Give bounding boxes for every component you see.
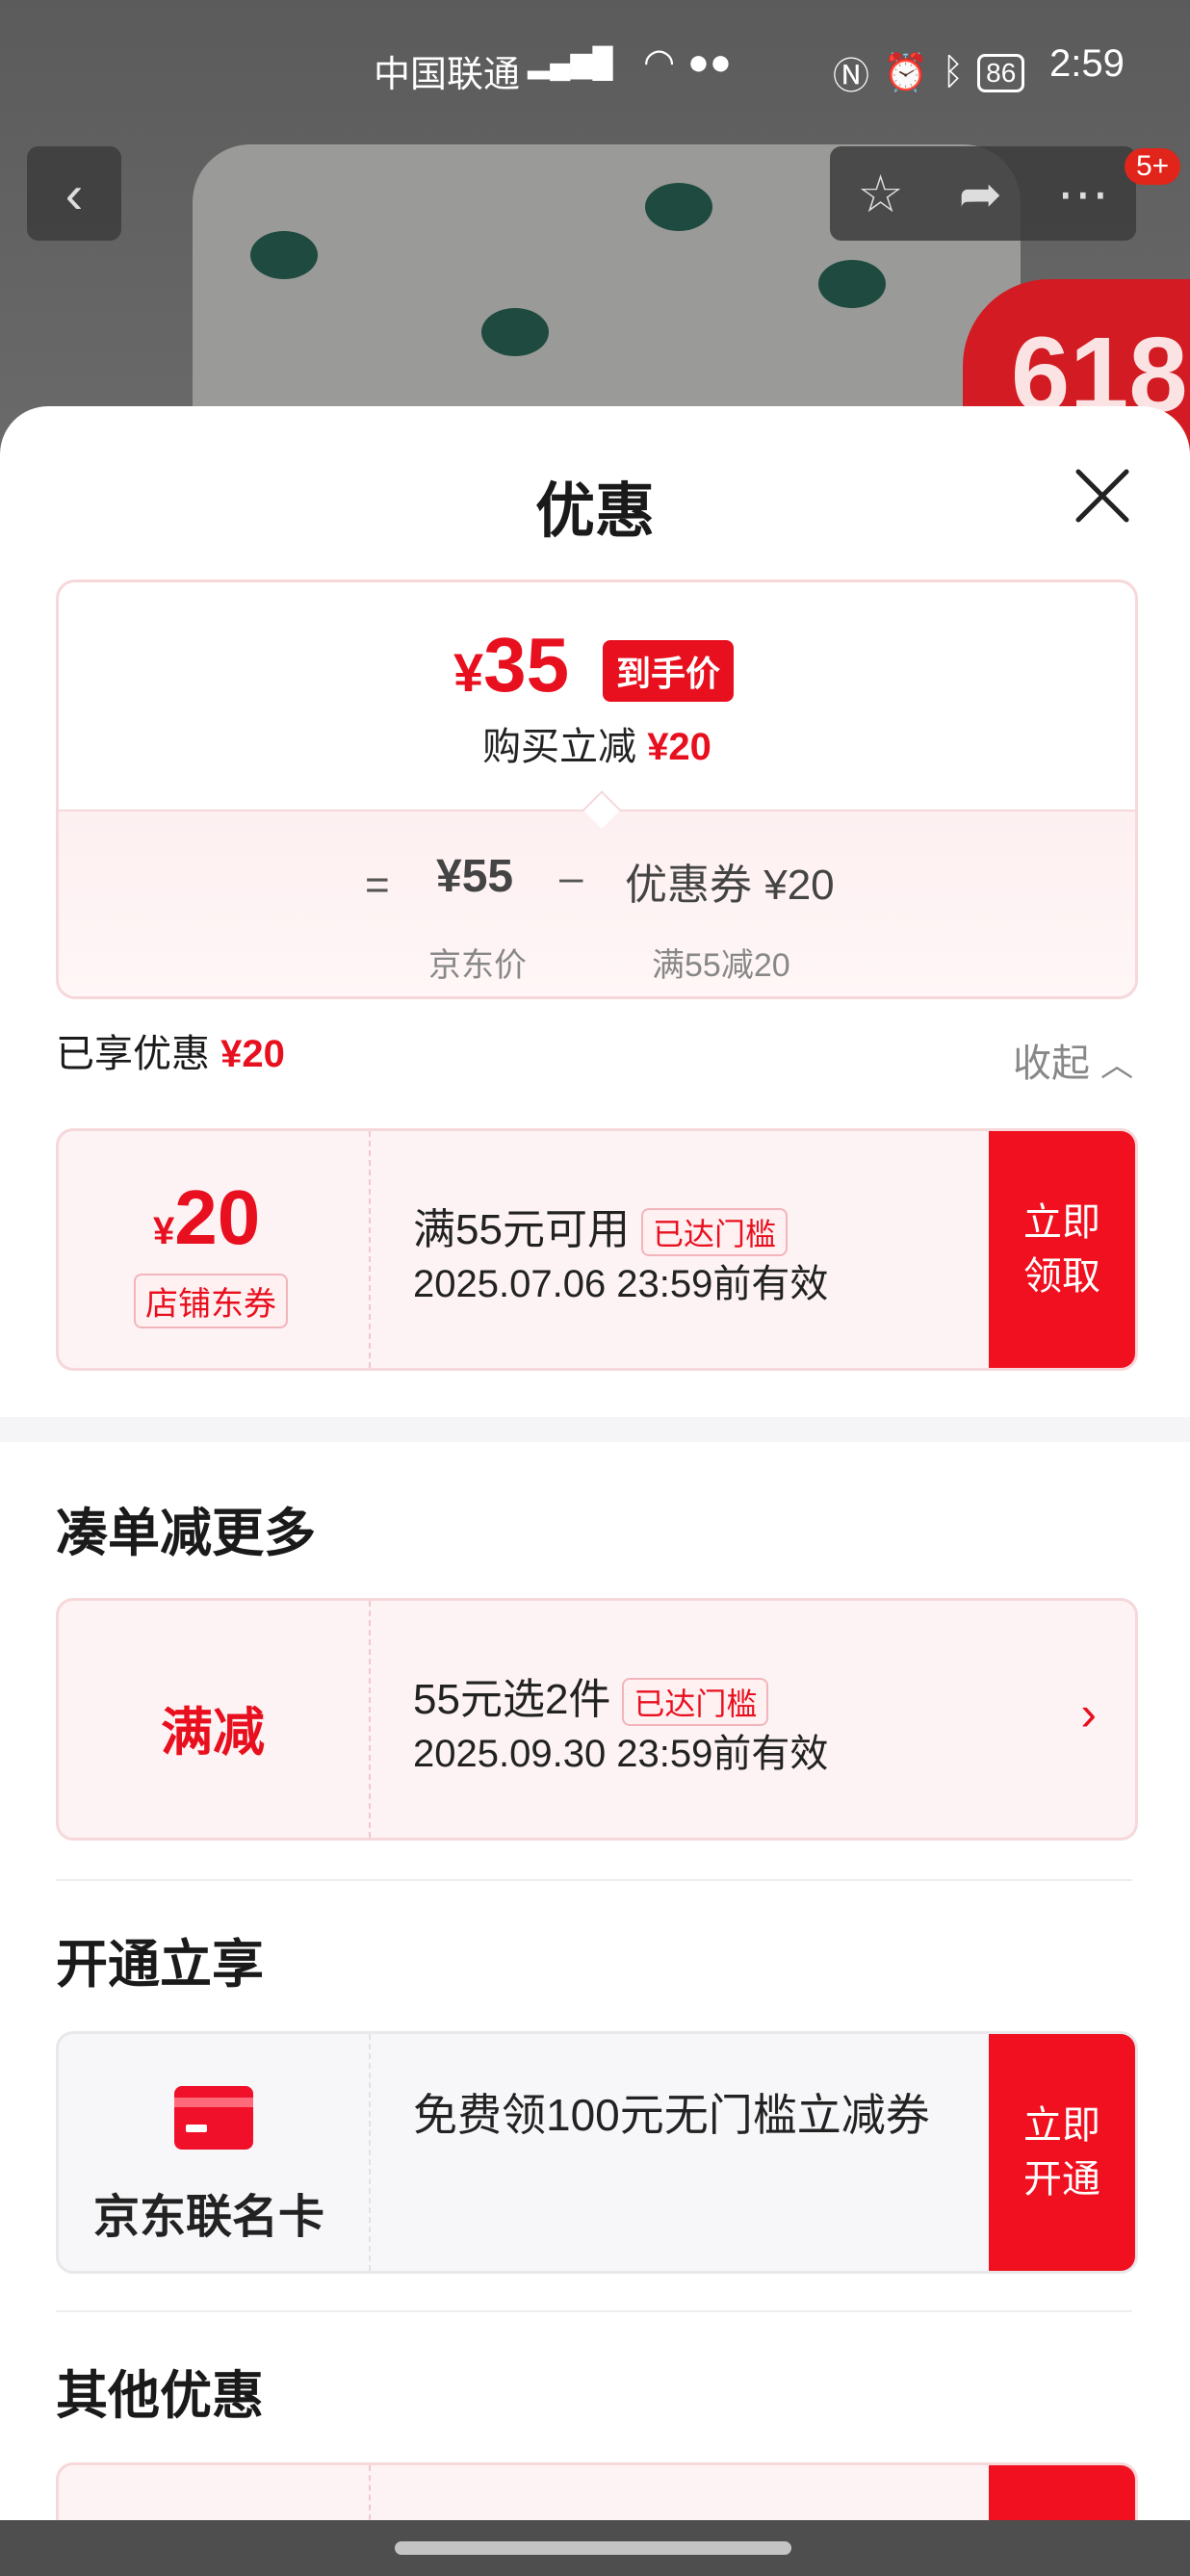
other-offer-card — [56, 2462, 1138, 2522]
bundle-condition-line: 55元选2件 已达门槛 — [413, 1664, 769, 1727]
coupon-currency: ¥ — [153, 1210, 175, 1252]
final-price: ¥35 — [453, 621, 569, 709]
clock: 2:59 — [1049, 42, 1125, 85]
open-card-label: 立即开通 — [1023, 2104, 1100, 2201]
card-offer-description: 免费领100元无门槛立减券 — [413, 2090, 930, 2140]
jd-price-label: 京东价 — [428, 947, 527, 984]
coupon-validity: 2025.07.06 23:59前有效 — [413, 1263, 829, 1305]
card-name: 京东联名卡 — [93, 2192, 325, 2243]
minus-sign: – — [559, 854, 583, 901]
open-card-button[interactable]: 立即开通 — [989, 2034, 1135, 2271]
coupon-amount-area: ¥20 店铺东券 — [59, 1131, 371, 1368]
coupon-condition-line: 满55元可用 已达门槛 — [413, 1195, 788, 1257]
promo-type-label: 满减 — [161, 1704, 265, 1762]
shirt-pattern-dot — [250, 231, 318, 279]
top-actions: ☆ ➦ ⋯ — [830, 146, 1136, 241]
bluetooth-icon: ᛒ — [942, 52, 965, 92]
open-section-title: 开通立享 — [56, 1936, 264, 1994]
bundle-promo-card[interactable]: 满减 55元选2件 已达门槛 2025.09.30 23:59前有效 › — [56, 1598, 1138, 1841]
sheet-title: 优惠 — [534, 478, 655, 545]
wifi-icon: ◠ — [643, 42, 676, 83]
status-bar: 中国联通 ▂▄▆█ ◠ ●● Ⓝ ⏰ ᛒ 86 2:59 — [0, 0, 1190, 135]
other-offer-left — [59, 2465, 371, 2522]
chevron-up-icon: ︿ — [1100, 1047, 1134, 1084]
coupon-value: 20 — [174, 1174, 261, 1260]
chevron-right-icon: › — [1080, 1687, 1097, 1740]
enjoyed-value: ¥20 — [220, 1033, 285, 1075]
divider — [56, 1879, 1132, 1881]
nfc-icon: Ⓝ — [833, 57, 870, 97]
enjoyed-label: 已享优惠 — [56, 1033, 210, 1075]
shirt-pattern-dot — [818, 260, 886, 308]
final-price-value: 35 — [483, 622, 570, 708]
notification-badge: 5+ — [1125, 148, 1181, 185]
final-price-currency: ¥ — [453, 642, 484, 703]
other-section-title: 其他优惠 — [56, 2367, 264, 2425]
carrier-label: 中国联通 — [374, 55, 521, 95]
reached-threshold-badge: 已达门槛 — [622, 1678, 769, 1727]
home-indicator-bar — [0, 2520, 1190, 2576]
bundle-section-title: 凑单减更多 — [56, 1505, 316, 1562]
price-breakdown — [59, 810, 1135, 996]
wechat-icon: ●● — [687, 42, 732, 83]
shirt-pattern-dot — [481, 308, 549, 356]
battery-icon: 86 — [977, 53, 1025, 92]
collapse-label: 收起 — [1013, 1043, 1090, 1085]
credit-card-icon — [174, 2086, 253, 2150]
home-indicator[interactable] — [395, 2541, 791, 2555]
coupon-amount: ¥20 — [153, 1173, 260, 1262]
price-summary-card: ¥35 到手价 购买立减 ¥20 = ¥55 京东价 – 优惠券 ¥20 满55… — [56, 580, 1138, 999]
coupon-deduction-label: 满55减20 — [652, 947, 790, 984]
discount-sheet: 优惠 ¥35 到手价 购买立减 ¥20 = ¥55 京东价 – 优惠券 ¥20 … — [0, 406, 1190, 2522]
promo-type-area: 满减 — [59, 1601, 371, 1838]
final-price-tag: 到手价 — [603, 640, 735, 702]
close-icon[interactable] — [1069, 462, 1136, 529]
section-divider — [0, 1417, 1190, 1442]
reached-threshold-badge: 已达门槛 — [640, 1208, 788, 1257]
signal-icon: ▂▄▆█ — [528, 47, 613, 79]
instant-reduce-value: ¥20 — [647, 726, 711, 768]
alarm-icon: ⏰ — [883, 52, 929, 93]
jd-price-value: ¥55 — [436, 851, 514, 902]
instant-reduce-line: 购买立减 ¥20 — [59, 715, 1135, 771]
share-icon[interactable]: ➦ — [959, 164, 1002, 224]
instant-reduce-label: 购买立减 — [482, 726, 637, 768]
equals-sign: = — [365, 862, 390, 909]
chevron-left-icon: ‹ — [65, 163, 84, 224]
shop-coupon-card: ¥20 店铺东券 满55元可用 已达门槛 2025.07.06 23:59前有效 … — [56, 1128, 1138, 1371]
card-brand-area: 京东联名卡 — [59, 2034, 371, 2271]
shirt-pattern-dot — [645, 183, 712, 231]
claim-coupon-label: 立即领取 — [1023, 1201, 1100, 1298]
divider — [56, 2310, 1132, 2312]
coupon-type-label: 店铺东券 — [134, 1274, 288, 1328]
other-offer-button[interactable] — [989, 2465, 1135, 2522]
claim-coupon-button[interactable]: 立即领取 — [989, 1131, 1135, 1368]
back-button[interactable]: ‹ — [27, 146, 121, 241]
coupon-deduction-value: 优惠券 ¥20 — [625, 862, 835, 909]
enjoyed-discount: 已享优惠 ¥20 — [56, 1022, 285, 1078]
favorite-star-icon[interactable]: ☆ — [857, 164, 903, 224]
bundle-condition: 55元选2件 — [413, 1676, 611, 1723]
co-brand-card-offer: 京东联名卡 免费领100元无门槛立减券 立即开通 — [56, 2031, 1138, 2274]
bundle-validity: 2025.09.30 23:59前有效 — [413, 1733, 829, 1775]
coupon-condition: 满55元可用 — [413, 1206, 630, 1253]
more-icon[interactable]: ⋯ — [1057, 164, 1109, 224]
collapse-button[interactable]: 收起 ︿ — [1013, 1032, 1133, 1088]
